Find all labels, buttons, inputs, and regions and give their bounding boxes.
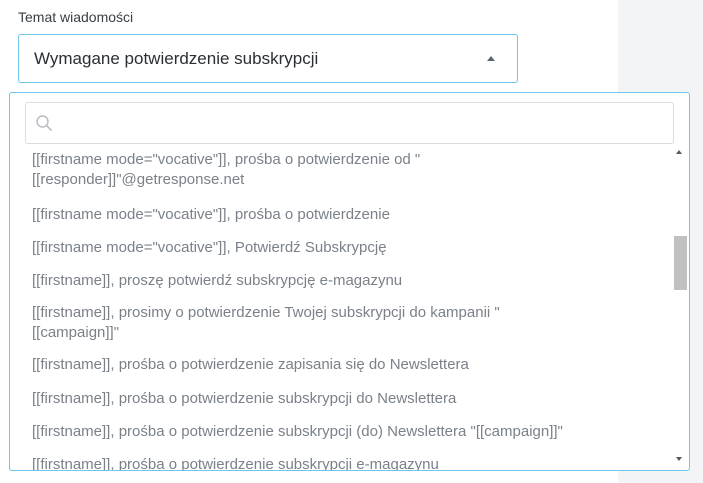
list-item-line: [[firstname mode="vocative"]], prośba o … — [32, 151, 421, 168]
list-item[interactable]: [[firstname mode="vocative"]], Potwierdź… — [32, 238, 662, 258]
search-box[interactable] — [25, 102, 674, 144]
search-input[interactable] — [60, 103, 660, 141]
list-item[interactable]: [[firstname mode="vocative"]], prośba o … — [32, 150, 662, 190]
list-item[interactable]: [[firstname]], prośba o potwierdzenie su… — [32, 422, 662, 442]
list-item-line: [[firstname]], prosimy o potwierdzenie T… — [32, 304, 500, 321]
list-item[interactable]: [[firstname]], prośba o potwierdzenie su… — [32, 455, 662, 470]
list-item[interactable]: [[firstname]], prośba o potwierdzenie su… — [32, 389, 662, 409]
selected-subject-value: Wymagane potwierdzenie subskrypcji — [34, 49, 319, 68]
scroll-down-arrow-icon[interactable] — [676, 457, 682, 461]
search-icon — [36, 115, 52, 131]
list-item-line: [[responder]]"@getresponse.net — [32, 171, 245, 188]
dropdown-scrollbar[interactable] — [673, 148, 687, 470]
list-item-label: [[firstname]], prośba o potwierdzenie su… — [32, 423, 563, 440]
list-item[interactable]: [[firstname mode="vocative"]], prośba o … — [32, 205, 662, 225]
chevron-up-icon[interactable] — [487, 56, 495, 61]
list-item-label: [[firstname]], prośba o potwierdzenie su… — [32, 390, 457, 407]
message-subject-label: Temat wiadomości — [18, 9, 134, 25]
subject-dropdown: [[firstname mode="vocative"]], prośba o … — [9, 92, 690, 471]
scrollbar-thumb[interactable] — [674, 236, 687, 290]
subject-options-list: [[firstname mode="vocative"]], prośba o … — [10, 148, 670, 470]
list-item-label: [[firstname]], prośba o potwierdzenie su… — [32, 456, 439, 470]
list-item[interactable]: [[firstname]], prośba o potwierdzenie za… — [32, 355, 662, 375]
list-item-label: [[firstname mode="vocative"]], Potwierdź… — [32, 239, 387, 256]
list-item[interactable]: [[firstname]], proszę potwierdź subskryp… — [32, 271, 662, 291]
list-item-label: [[firstname mode="vocative"]], prośba o … — [32, 206, 390, 223]
scroll-up-arrow-icon[interactable] — [676, 150, 682, 154]
list-item-label: [[firstname]], proszę potwierdź subskryp… — [32, 272, 403, 289]
list-item-label: [[firstname]], prośba o potwierdzenie za… — [32, 356, 469, 373]
message-subject-select[interactable]: Wymagane potwierdzenie subskrypcji — [18, 34, 518, 83]
list-item-line: [[campaign]]" — [32, 324, 120, 341]
list-item[interactable]: [[firstname]], prosimy o potwierdzenie T… — [32, 303, 662, 343]
